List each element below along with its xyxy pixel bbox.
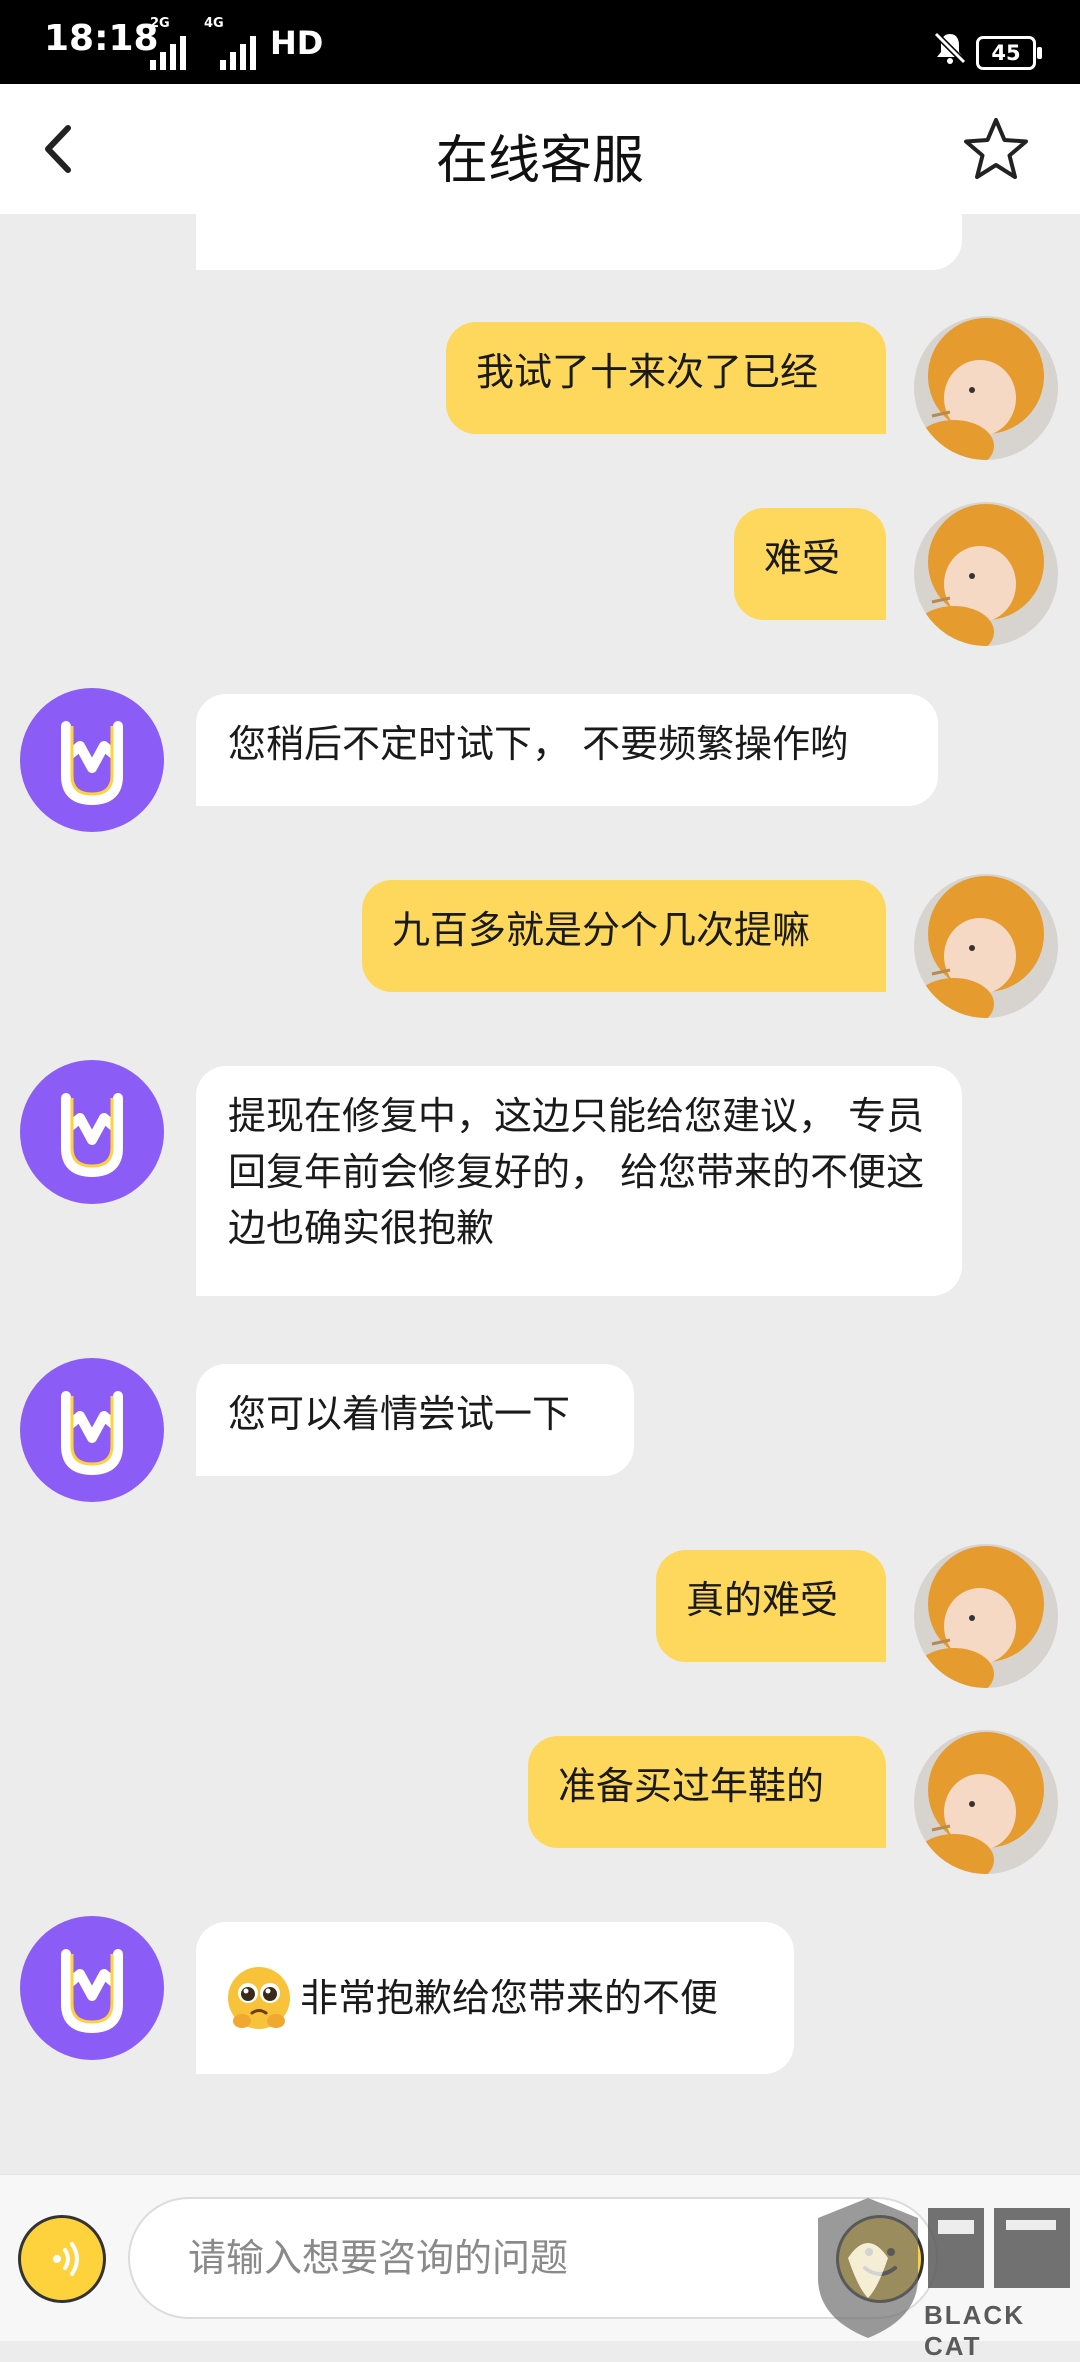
agent-message: 非常抱歉给您带来的不便 bbox=[196, 1922, 794, 2074]
mute-icon bbox=[933, 31, 967, 65]
voice-button[interactable] bbox=[18, 2215, 106, 2303]
rock-hand-icon bbox=[61, 1391, 123, 1475]
hd-indicator: HD bbox=[270, 24, 324, 62]
star-outline-icon bbox=[964, 118, 1028, 179]
app-header: 在线客服 bbox=[0, 84, 1080, 214]
sim1-network-tag: 2G bbox=[150, 16, 170, 31]
agent-message-text: 非常抱歉给您带来的不便 bbox=[300, 1976, 719, 2020]
page-title: 在线客服 bbox=[435, 131, 644, 191]
rock-hand-icon bbox=[61, 1949, 123, 2033]
watermark-text: BLACK CAT bbox=[924, 2300, 1025, 2361]
user-message: 我试了十来次了已经 bbox=[446, 322, 886, 434]
agent-avatar[interactable] bbox=[20, 1358, 164, 1502]
sim2-network-tag: 4G bbox=[204, 16, 224, 31]
agent-avatar[interactable] bbox=[20, 1060, 164, 1204]
agent-message: 您可以着情尝试一下 bbox=[196, 1364, 634, 1476]
user-message: 难受 bbox=[734, 508, 886, 620]
rock-hand-icon bbox=[61, 1093, 123, 1177]
pleading-face-emoji bbox=[228, 1967, 290, 2029]
status-bar: 18:18 2G 4G HD 45 bbox=[0, 0, 1080, 84]
user-avatar[interactable] bbox=[914, 1544, 1058, 1688]
agent-message: 您稍后不定时试下， 不要频繁操作哟 bbox=[196, 694, 938, 806]
user-avatar[interactable] bbox=[914, 502, 1058, 646]
user-message: 真的难受 bbox=[656, 1550, 886, 1662]
sim2-signal-icon bbox=[220, 34, 256, 70]
agent-avatar[interactable] bbox=[20, 688, 164, 832]
sim1-signal-icon bbox=[150, 34, 186, 70]
battery-indicator: 45 bbox=[976, 36, 1042, 70]
chat-area[interactable]: 我试了十来次了已经 难受 您稍后不定时试下， 不要频繁操作哟 九百多就是分个几次… bbox=[0, 214, 1080, 2174]
clipped-agent-message bbox=[196, 214, 962, 270]
agent-message: 提现在修复中，这边只能给您建议， 专员回复年前会修复好的， 给您带来的不便这边也… bbox=[196, 1066, 962, 1296]
user-message: 准备买过年鞋的 bbox=[528, 1736, 886, 1848]
favorite-button[interactable] bbox=[960, 114, 1032, 186]
agent-avatar[interactable] bbox=[20, 1916, 164, 2060]
status-time: 18:18 bbox=[44, 18, 159, 59]
user-avatar[interactable] bbox=[914, 1730, 1058, 1874]
user-avatar[interactable] bbox=[914, 874, 1058, 1018]
user-message: 九百多就是分个几次提嘛 bbox=[362, 880, 886, 992]
user-avatar[interactable] bbox=[914, 316, 1058, 460]
voice-icon bbox=[53, 2242, 79, 2276]
rock-hand-icon bbox=[61, 721, 123, 805]
